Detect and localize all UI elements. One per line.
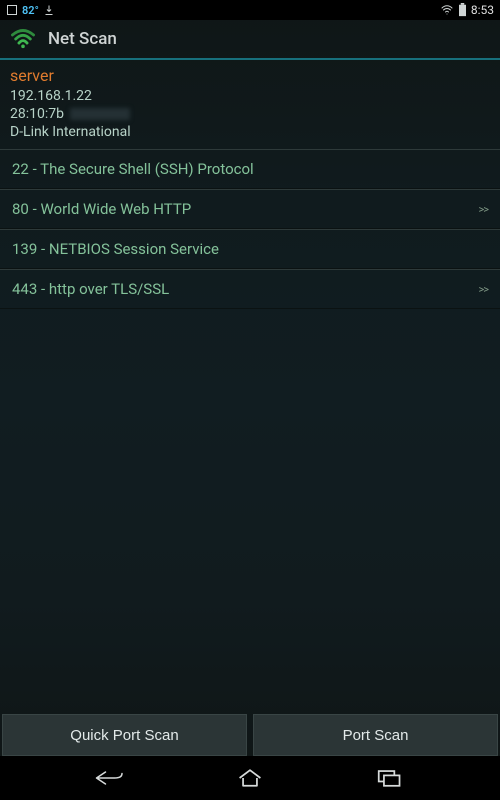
nav-recent-button[interactable] — [360, 763, 420, 793]
wifi-app-icon — [10, 28, 36, 50]
server-info: server 192.168.1.22 28:10:7b D-Link Inte… — [0, 60, 500, 150]
port-label: 139 - NETBIOS Session Service — [12, 240, 219, 258]
action-buttons: Quick Port Scan Port Scan — [0, 712, 500, 756]
download-icon — [43, 4, 55, 16]
temperature-indicator: 82° — [22, 4, 39, 17]
clock: 8:53 — [471, 3, 494, 17]
port-item[interactable]: 443 - http over TLS/SSL >> — [0, 269, 500, 309]
server-ip: 192.168.1.22 — [10, 87, 490, 105]
status-left: 82° — [6, 4, 55, 17]
port-label: 80 - World Wide Web HTTP — [12, 200, 191, 218]
port-item[interactable]: 139 - NETBIOS Session Service — [0, 229, 500, 269]
server-vendor: D-Link International — [10, 123, 490, 141]
status-right: 8:53 — [440, 3, 494, 17]
device-screen: 82° 8:53 Net Scan serv — [0, 0, 500, 800]
port-item[interactable]: 80 - World Wide Web HTTP >> — [0, 189, 500, 229]
port-list: 22 - The Secure Shell (SSH) Protocol 80 … — [0, 150, 500, 712]
port-label: 443 - http over TLS/SSL — [12, 280, 169, 298]
nav-back-button[interactable] — [80, 763, 140, 793]
android-navbar — [0, 756, 500, 800]
port-scan-button[interactable]: Port Scan — [253, 714, 498, 756]
port-item[interactable]: 22 - The Secure Shell (SSH) Protocol — [0, 150, 500, 189]
screenshot-icon — [6, 4, 18, 16]
server-name: server — [10, 66, 490, 85]
server-mac-redacted — [70, 108, 130, 120]
app-bar: Net Scan — [0, 20, 500, 60]
server-mac: 28:10:7b — [10, 105, 490, 123]
app-title: Net Scan — [48, 29, 117, 49]
wifi-icon — [440, 4, 454, 16]
status-bar: 82° 8:53 — [0, 0, 500, 20]
battery-icon — [458, 3, 467, 17]
chevron-right-icon: >> — [478, 203, 488, 216]
server-mac-prefix: 28:10:7b — [10, 105, 64, 123]
port-label: 22 - The Secure Shell (SSH) Protocol — [12, 160, 254, 178]
chevron-right-icon: >> — [478, 283, 488, 296]
nav-home-button[interactable] — [220, 763, 280, 793]
quick-port-scan-button[interactable]: Quick Port Scan — [2, 714, 247, 756]
